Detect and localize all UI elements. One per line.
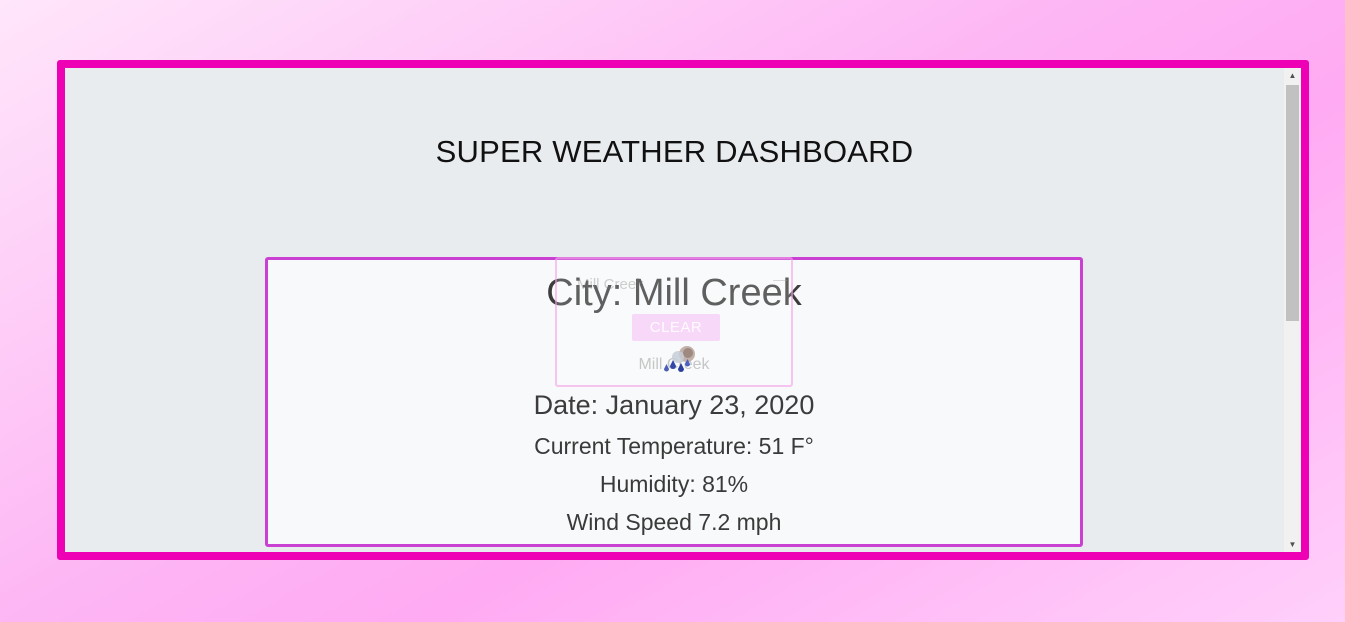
city-search-input[interactable] [577, 273, 777, 295]
wind-speed: Wind Speed 7.2 mph [566, 509, 782, 535]
scrollbar-thumb[interactable] [1286, 85, 1299, 321]
current-temperature: Current Temperature: 51 F° [534, 433, 814, 459]
current-date: Date: January 23, 2020 [533, 390, 815, 420]
search-input-underline [773, 280, 787, 281]
scroll-down-arrow-icon[interactable]: ▼ [1284, 537, 1301, 552]
page-title: SUPER WEATHER DASHBOARD [435, 134, 914, 169]
humidity: Humidity: 81% [599, 471, 749, 497]
vertical-scrollbar[interactable]: ▲ ▼ [1284, 68, 1301, 552]
scroll-up-arrow-icon[interactable]: ▲ [1284, 68, 1301, 83]
dashboard-frame: SUPER WEATHER DASHBOARD City: Mill Creek… [57, 60, 1309, 560]
clear-button[interactable]: CLEAR [632, 314, 720, 341]
rain-cloud-icon [664, 346, 695, 372]
